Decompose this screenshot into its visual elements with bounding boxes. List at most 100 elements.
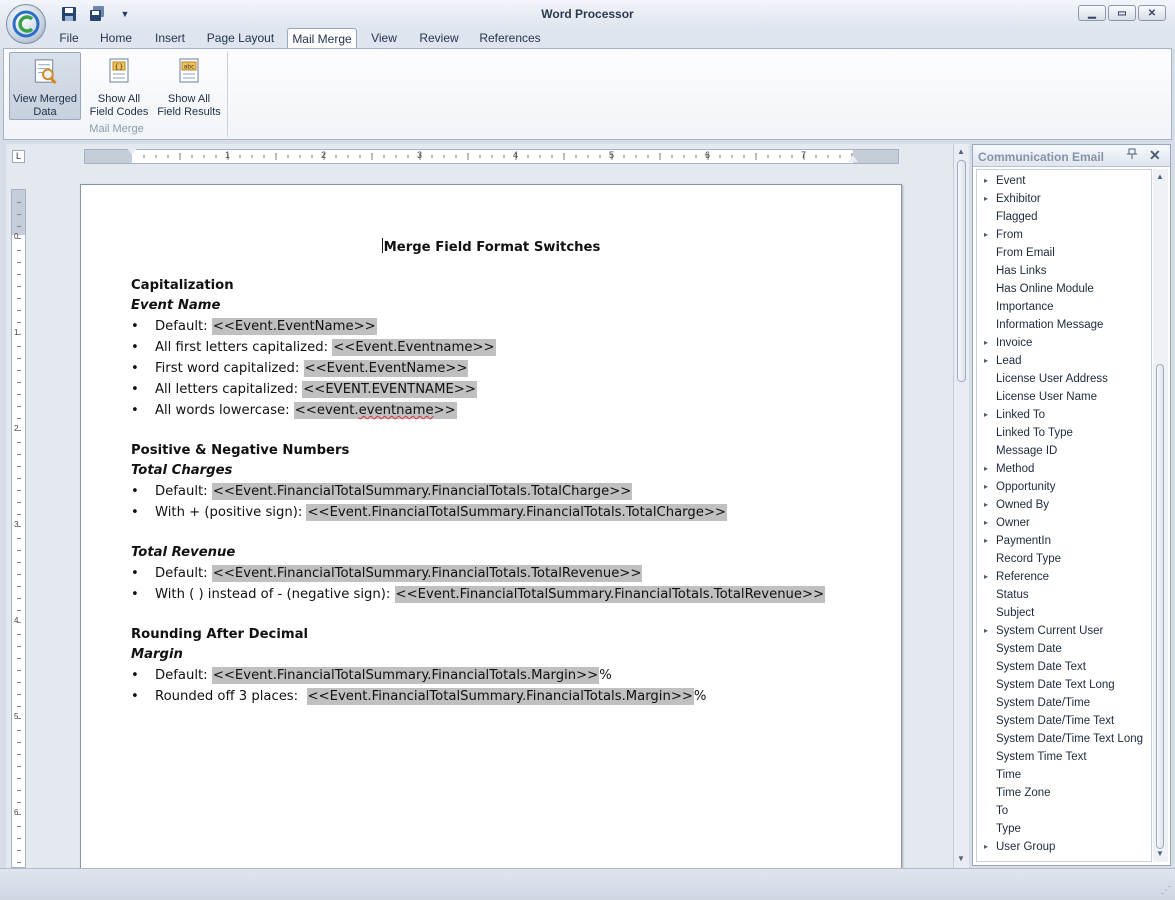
tab-file[interactable]: File (54, 28, 84, 49)
field-list-item[interactable]: ▸ Reference (977, 568, 1151, 586)
field-list-item[interactable]: Record Type (977, 550, 1151, 568)
field-list-item[interactable]: Has Online Module (977, 280, 1151, 298)
field-list-item[interactable]: ▸ System Current User (977, 622, 1151, 640)
tab-review[interactable]: Review (414, 28, 464, 49)
field-list-item[interactable]: Importance (977, 298, 1151, 316)
merge-field[interactable]: <<event.eventname>> (293, 402, 457, 419)
field-list-item[interactable]: System Date/Time Text Long (977, 730, 1151, 748)
show-all-field-codes-button[interactable]: {} Show All Field Codes (84, 52, 154, 120)
close-button[interactable]: ✕ (1138, 5, 1166, 21)
document-page[interactable]: Merge Field Format Switches Capitalizati… (80, 184, 902, 874)
pin-icon[interactable] (1127, 148, 1137, 163)
tab-view[interactable]: View (366, 28, 402, 49)
expand-arrow-icon[interactable]: ▸ (984, 190, 988, 208)
maximize-button[interactable]: ▭ (1108, 5, 1136, 21)
field-list-item[interactable]: ▸ Event (977, 172, 1151, 190)
merge-field[interactable]: <<Event.FinancialTotalSummary.FinancialT… (394, 586, 826, 603)
field-list-item-label: Has Links (996, 265, 1047, 277)
expand-arrow-icon[interactable]: ▸ (984, 352, 988, 370)
document-scroll-thumb[interactable] (957, 160, 966, 382)
field-list-item[interactable]: Subject (977, 604, 1151, 622)
field-list-item[interactable]: ▸ Lead (977, 352, 1151, 370)
merge-field[interactable]: <<Event.EventName>> (211, 318, 377, 335)
tab-references[interactable]: References (476, 28, 544, 49)
field-list-item[interactable]: License User Name (977, 388, 1151, 406)
field-list-item[interactable]: Time Zone (977, 784, 1151, 802)
panel-scrollbar[interactable]: ▲ ▼ (1153, 169, 1168, 862)
field-list-item-label: Importance (996, 301, 1054, 313)
document-scrollbar[interactable]: ▲ ▼ (953, 144, 969, 868)
field-list-item[interactable]: System Date/Time Text (977, 712, 1151, 730)
tab-stop-selector[interactable]: L (12, 150, 25, 163)
scroll-up-icon[interactable]: ▲ (957, 147, 965, 156)
resize-grip-icon[interactable]: ⋰ (1161, 885, 1171, 896)
expand-arrow-icon[interactable]: ▸ (984, 532, 988, 550)
tab-insert[interactable]: Insert (149, 28, 191, 49)
merge-field[interactable]: <<Event.FinancialTotalSummary.FinancialT… (306, 504, 727, 521)
field-list-item[interactable]: System Date/Time (977, 694, 1151, 712)
scroll-down-icon[interactable]: ▼ (957, 854, 965, 863)
field-list-item[interactable]: From Email (977, 244, 1151, 262)
right-indent-marker[interactable] (848, 155, 858, 162)
field-list-item[interactable]: Time (977, 766, 1151, 784)
panel-scroll-down-icon[interactable]: ▼ (1156, 849, 1164, 858)
application-button[interactable] (6, 4, 46, 44)
left-indent-marker[interactable] (127, 148, 137, 155)
merge-field[interactable]: <<Event.FinancialTotalSummary.FinancialT… (211, 667, 600, 684)
expand-arrow-icon[interactable]: ▸ (984, 514, 988, 532)
field-list-item[interactable]: To (977, 802, 1151, 820)
tab-mail-merge[interactable]: Mail Merge (287, 28, 357, 49)
field-list-item[interactable]: Type (977, 820, 1151, 838)
field-list-item[interactable]: ▸ Owner (977, 514, 1151, 532)
field-list-item[interactable]: System Time Text (977, 748, 1151, 766)
field-list-item[interactable]: ▸ PaymentIn (977, 532, 1151, 550)
field-list-item[interactable]: ▸ Method (977, 460, 1151, 478)
field-list-item[interactable]: Message ID (977, 442, 1151, 460)
expand-arrow-icon[interactable]: ▸ (984, 838, 988, 856)
field-list-item[interactable]: ▸ User Group (977, 838, 1151, 856)
merge-field[interactable]: <<Event.FinancialTotalSummary.FinancialT… (211, 565, 643, 582)
panel-close-icon[interactable]: ✕ (1149, 147, 1161, 164)
show-all-field-results-button[interactable]: abc Show All Field Results (154, 52, 224, 120)
merge-field[interactable]: <<Event.EventName>> (303, 360, 469, 377)
field-list-item[interactable]: ▸ Opportunity (977, 478, 1151, 496)
field-list-item[interactable]: System Date (977, 640, 1151, 658)
field-list-item[interactable]: Information Message (977, 316, 1151, 334)
field-list-item[interactable]: ▸ Linked To (977, 406, 1151, 424)
tab-home[interactable]: Home (96, 28, 136, 49)
view-merged-data-button[interactable]: View Merged Data (9, 52, 81, 120)
field-list-item[interactable]: Has Links (977, 262, 1151, 280)
field-list-item[interactable]: System Date Text (977, 658, 1151, 676)
expand-arrow-icon[interactable]: ▸ (984, 478, 988, 496)
tab-page-layout[interactable]: Page Layout (203, 28, 278, 49)
field-list-item[interactable]: ▸ Exhibitor (977, 190, 1151, 208)
field-list-item[interactable]: ▸ Invoice (977, 334, 1151, 352)
vertical-ruler[interactable]: 0 1 2 3 4 5 6 (11, 189, 26, 868)
merge-field[interactable]: <<Event.FinancialTotalSummary.FinancialT… (306, 688, 694, 705)
expand-arrow-icon[interactable]: ▸ (984, 622, 988, 640)
merge-field[interactable]: <<Event.FinancialTotalSummary.FinancialT… (211, 483, 633, 500)
field-list-item[interactable]: ▸ From (977, 226, 1151, 244)
field-list-item[interactable]: Flagged (977, 208, 1151, 226)
spelling-error-word[interactable]: eventname (359, 403, 434, 418)
horizontal-ruler[interactable]: 1 2 3 4 5 6 7 (84, 148, 899, 164)
minimize-button[interactable]: ▁ (1078, 5, 1106, 21)
expand-arrow-icon[interactable]: ▸ (984, 460, 988, 478)
merge-field[interactable]: <<Event.Eventname>> (332, 339, 496, 356)
expand-arrow-icon[interactable]: ▸ (984, 568, 988, 586)
expand-arrow-icon[interactable]: ▸ (984, 334, 988, 352)
expand-arrow-icon[interactable]: ▸ (984, 406, 988, 424)
field-list-item[interactable]: Linked To Type (977, 424, 1151, 442)
field-list-item[interactable]: System Date Text Long (977, 676, 1151, 694)
panel-scroll-up-icon[interactable]: ▲ (1156, 172, 1164, 181)
field-list-item[interactable]: ▸ Owned By (977, 496, 1151, 514)
merge-field[interactable]: <<EVENT.EVENTNAME>> (302, 381, 477, 398)
panel-scroll-thumb[interactable] (1156, 364, 1164, 849)
expand-arrow-icon[interactable]: ▸ (984, 226, 988, 244)
field-list-item-label: System Date/Time Text (996, 715, 1115, 727)
field-list-item[interactable]: Status (977, 586, 1151, 604)
field-list-item[interactable]: License User Address (977, 370, 1151, 388)
expand-arrow-icon[interactable]: ▸ (984, 172, 988, 190)
field-list-item-label: License User Address (996, 373, 1108, 385)
expand-arrow-icon[interactable]: ▸ (984, 496, 988, 514)
